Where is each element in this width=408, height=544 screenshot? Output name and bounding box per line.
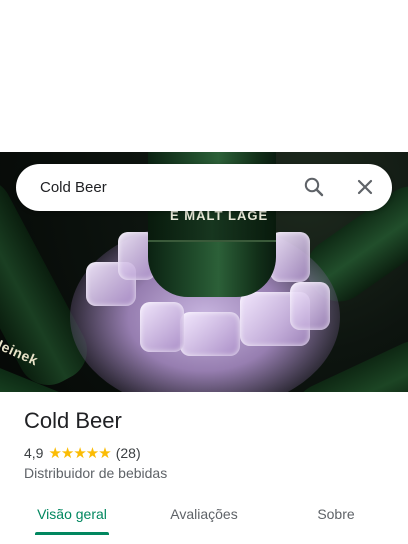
rating-row[interactable]: 4,9 ★★★★★ (28) [24, 444, 141, 462]
ice-cube [180, 312, 240, 356]
ice-cube [140, 302, 184, 352]
tab-about[interactable]: Sobre [296, 496, 376, 536]
search-bar[interactable]: Cold Beer [16, 164, 392, 211]
review-count[interactable]: (28) [116, 445, 141, 461]
blank-top-area [0, 0, 408, 152]
close-icon[interactable] [353, 175, 377, 199]
search-icon[interactable] [302, 175, 326, 199]
place-title: Cold Beer [24, 408, 122, 433]
star-rating-icons: ★★★★★ [48, 445, 111, 462]
tab-bar: Visão geral Avaliações Sobre [0, 496, 408, 544]
place-category[interactable]: Distribuidor de bebidas [24, 465, 167, 481]
ice-cube [270, 232, 310, 282]
tab-reviews[interactable]: Avaliações [150, 496, 258, 536]
active-tab-indicator [35, 532, 109, 535]
ice-cube [290, 282, 330, 330]
rating-value: 4,9 [24, 445, 44, 461]
tab-overview[interactable]: Visão geral [20, 496, 124, 536]
search-input[interactable]: Cold Beer [40, 179, 107, 196]
